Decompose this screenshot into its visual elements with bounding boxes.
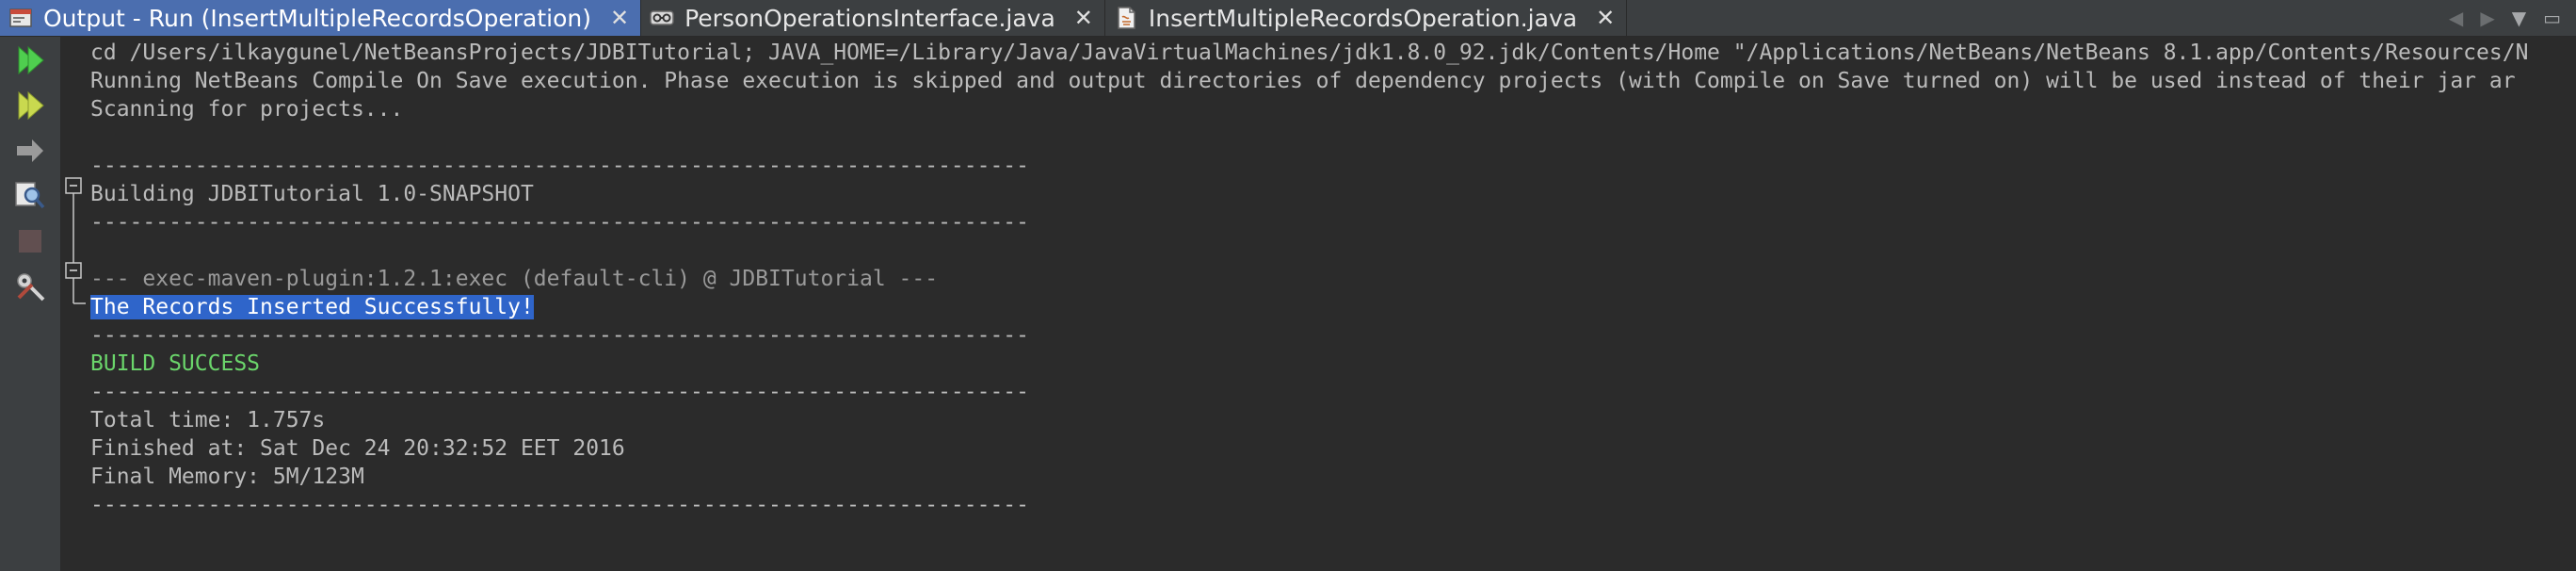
stop-icon[interactable]	[13, 224, 47, 258]
output-line-text: --- exec-maven-plugin:1.2.1:exec (defaul…	[90, 267, 939, 291]
output-line-text: The Records Inserted Successfully!	[90, 295, 534, 319]
output-line: Building JDBITutorial 1.0-SNAPSHOT	[90, 180, 2528, 208]
fold-gutter	[65, 177, 86, 304]
output-line: --- exec-maven-plugin:1.2.1:exec (defaul…	[90, 265, 2528, 293]
tab-label: PersonOperationsInterface.java	[684, 4, 1055, 32]
output-text: cd /Users/ilkaygunel/NetBeansProjects/JD…	[90, 39, 2528, 519]
close-icon[interactable]: ✕	[1596, 5, 1615, 31]
rerun-icon[interactable]	[13, 43, 47, 77]
java-interface-icon	[650, 10, 674, 25]
tab-navigation-controls: ◀ ▶ ▼ ▭	[2449, 0, 2576, 36]
close-icon[interactable]: ✕	[610, 5, 629, 31]
rerun-with-options-icon[interactable]	[13, 89, 47, 122]
close-icon[interactable]: ✕	[1074, 5, 1093, 31]
output-line: Running NetBeans Compile On Save executi…	[90, 67, 2528, 95]
output-line-text: Running NetBeans Compile On Save executi…	[90, 69, 2516, 93]
output-line-text: Building JDBITutorial 1.0-SNAPSHOT	[90, 182, 534, 206]
inspect-icon[interactable]	[13, 179, 47, 213]
output-window-icon	[9, 8, 32, 27]
tab-list-dropdown-icon[interactable]: ▼	[2512, 7, 2526, 29]
step-icon[interactable]	[13, 134, 47, 168]
output-line-text: ----------------------------------------…	[90, 493, 1029, 517]
output-console[interactable]: cd /Users/ilkaygunel/NetBeansProjects/JD…	[61, 37, 2576, 571]
output-line: Finished at: Sat Dec 24 20:32:52 EET 201…	[90, 434, 2528, 463]
output-line: cd /Users/ilkaygunel/NetBeansProjects/JD…	[90, 39, 2528, 67]
fold-collapse-icon[interactable]	[65, 177, 82, 194]
scroll-left-icon[interactable]: ◀	[2449, 7, 2463, 29]
settings-icon[interactable]	[13, 269, 47, 303]
output-line-text: Total time: 1.757s	[90, 408, 326, 432]
output-toolbar	[0, 37, 61, 571]
output-line-text: ----------------------------------------…	[90, 380, 1029, 404]
output-line-text: Finished at: Sat Dec 24 20:32:52 EET 201…	[90, 436, 625, 461]
output-line-text: Final Memory: 5M/123M	[90, 465, 364, 489]
scroll-right-icon[interactable]: ▶	[2480, 7, 2494, 29]
tab-insert-multiple-records-operation[interactable]: InsertMultipleRecordsOperation.java ✕	[1104, 0, 1628, 36]
output-line-text: Scanning for projects...	[90, 97, 404, 122]
output-line-text: BUILD SUCCESS	[90, 351, 261, 376]
output-line: Final Memory: 5M/123M	[90, 463, 2528, 491]
fold-collapse-icon[interactable]	[65, 262, 82, 279]
restore-window-icon[interactable]: ▭	[2543, 7, 2561, 29]
output-line-text: cd /Users/ilkaygunel/NetBeansProjects/JD…	[90, 41, 2529, 65]
tab-person-operations-interface[interactable]: PersonOperationsInterface.java ✕	[641, 0, 1105, 36]
output-line: ----------------------------------------…	[90, 321, 2528, 350]
output-line: The Records Inserted Successfully!	[90, 293, 2528, 321]
output-line: ----------------------------------------…	[90, 491, 2528, 519]
output-line: ----------------------------------------…	[90, 208, 2528, 237]
output-line: BUILD SUCCESS	[90, 350, 2528, 378]
tab-label: Output - Run (InsertMultipleRecordsOpera…	[43, 4, 591, 32]
output-line: ----------------------------------------…	[90, 152, 2528, 180]
output-line-text: ----------------------------------------…	[90, 210, 1029, 235]
output-line: Scanning for projects...	[90, 95, 2528, 123]
java-class-icon	[1118, 7, 1135, 29]
output-line: ----------------------------------------…	[90, 378, 2528, 406]
tab-output-run[interactable]: Output - Run (InsertMultipleRecordsOpera…	[0, 0, 642, 36]
tab-label: InsertMultipleRecordsOperation.java	[1148, 4, 1578, 32]
output-line: Total time: 1.757s	[90, 406, 2528, 434]
output-line-text: ----------------------------------------…	[90, 154, 1029, 178]
output-line-text: ----------------------------------------…	[90, 323, 1029, 348]
editor-tab-bar: Output - Run (InsertMultipleRecordsOpera…	[0, 0, 2576, 37]
